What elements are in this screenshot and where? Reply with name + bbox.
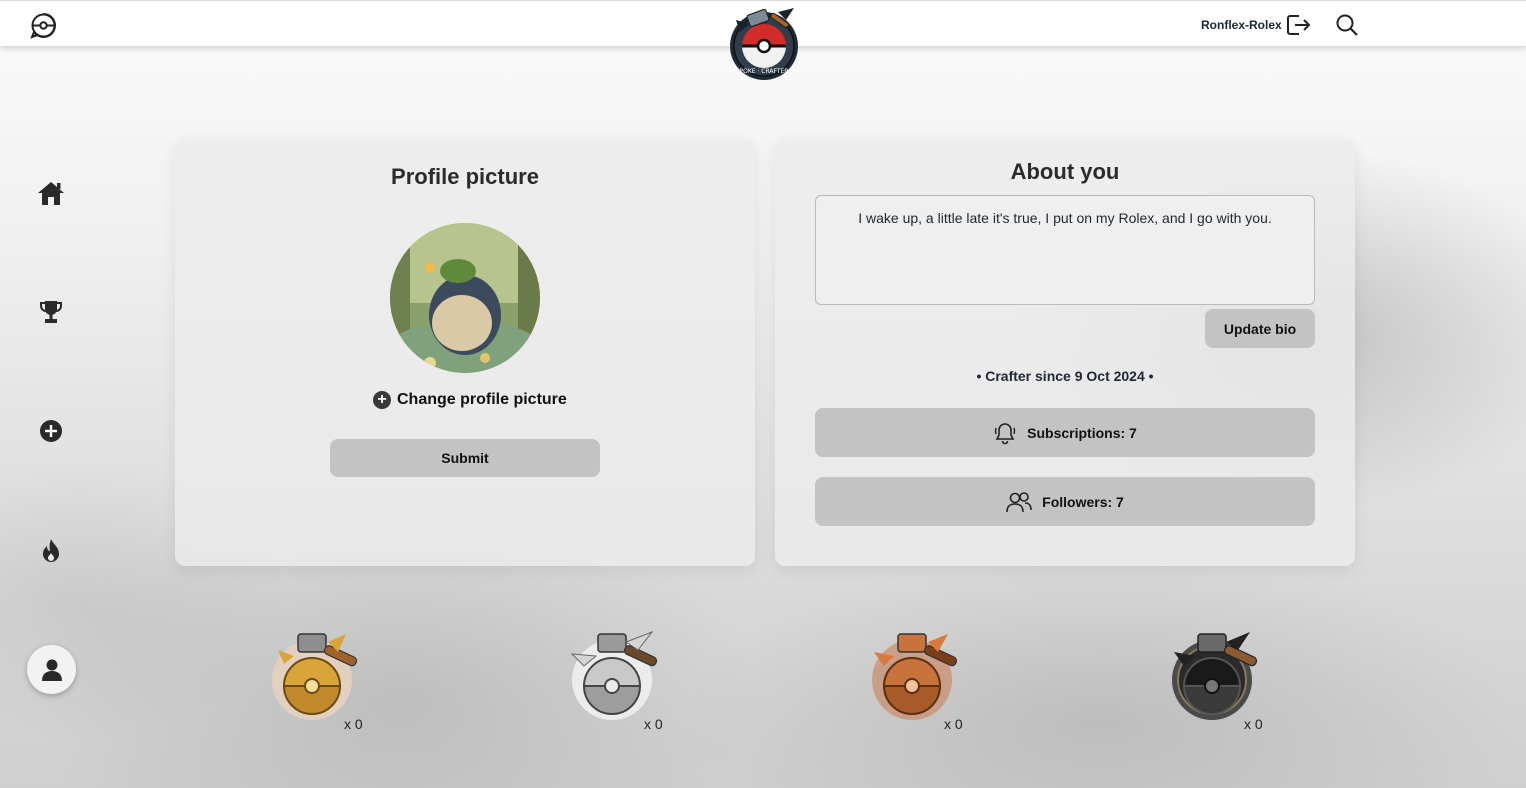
plus-circle-icon [40, 420, 62, 442]
profile-picture-card: Profile picture + Change profile picture… [175, 140, 755, 566]
submit-button[interactable]: Submit [330, 439, 600, 477]
bell-icon [994, 422, 1016, 444]
trophy-icon [40, 301, 62, 323]
logo-text: POKE · CRAFTER [740, 68, 789, 75]
sidebar-item-profile[interactable] [27, 645, 76, 694]
logout-icon[interactable] [1286, 13, 1312, 37]
subscriptions-label: Subscriptions: 7 [1027, 424, 1137, 441]
bronze-badge-icon [872, 633, 958, 720]
badge-bronze: x 0 [868, 628, 968, 738]
subscriptions-button[interactable]: Subscriptions: 7 [815, 408, 1315, 457]
badge-silver: x 0 [568, 628, 668, 738]
crafter-since-label: • Crafter since 9 Oct 2024 • [976, 368, 1154, 384]
home-icon [38, 182, 64, 205]
gold-badge-icon [272, 633, 358, 720]
silver-badge-icon [570, 630, 658, 720]
badge-count: x 0 [644, 716, 663, 732]
badge-count: x 0 [944, 716, 963, 732]
users-icon [1006, 491, 1032, 512]
profile-picture-title: Profile picture [391, 164, 539, 189]
sidebar-item-trending[interactable] [35, 535, 67, 567]
badge-gold: x 0 [268, 628, 368, 738]
username-label[interactable]: Ronflex-Rolex [1201, 18, 1282, 32]
sidebar-item-create[interactable] [35, 415, 67, 447]
pokeball-chat-icon[interactable] [30, 12, 57, 39]
user-icon [41, 659, 62, 681]
update-bio-button[interactable]: Update bio [1205, 309, 1315, 348]
badge-count: x 0 [344, 716, 363, 732]
sidebar-item-leaderboard[interactable] [35, 296, 67, 328]
avatar [390, 223, 540, 373]
about-you-card: About you I wake up, a little late it's … [775, 140, 1355, 566]
flame-icon [43, 539, 59, 562]
badge-black: x 0 [1168, 628, 1268, 738]
change-profile-picture-button[interactable]: + Change profile picture [373, 389, 567, 411]
poke-crafter-logo[interactable]: POKE · CRAFTER [726, 6, 802, 82]
badge-count: x 0 [1244, 716, 1263, 732]
search-icon[interactable] [1335, 13, 1359, 37]
plus-icon: + [373, 391, 391, 409]
followers-label: Followers: 7 [1042, 493, 1124, 510]
followers-button[interactable]: Followers: 7 [815, 477, 1315, 526]
change-profile-picture-label: Change profile picture [397, 391, 567, 408]
bio-textarea[interactable]: I wake up, a little late it's true, I pu… [815, 195, 1315, 305]
black-badge-icon [1172, 632, 1258, 720]
sidebar-item-home[interactable] [35, 177, 67, 209]
about-you-title: About you [1010, 159, 1120, 184]
